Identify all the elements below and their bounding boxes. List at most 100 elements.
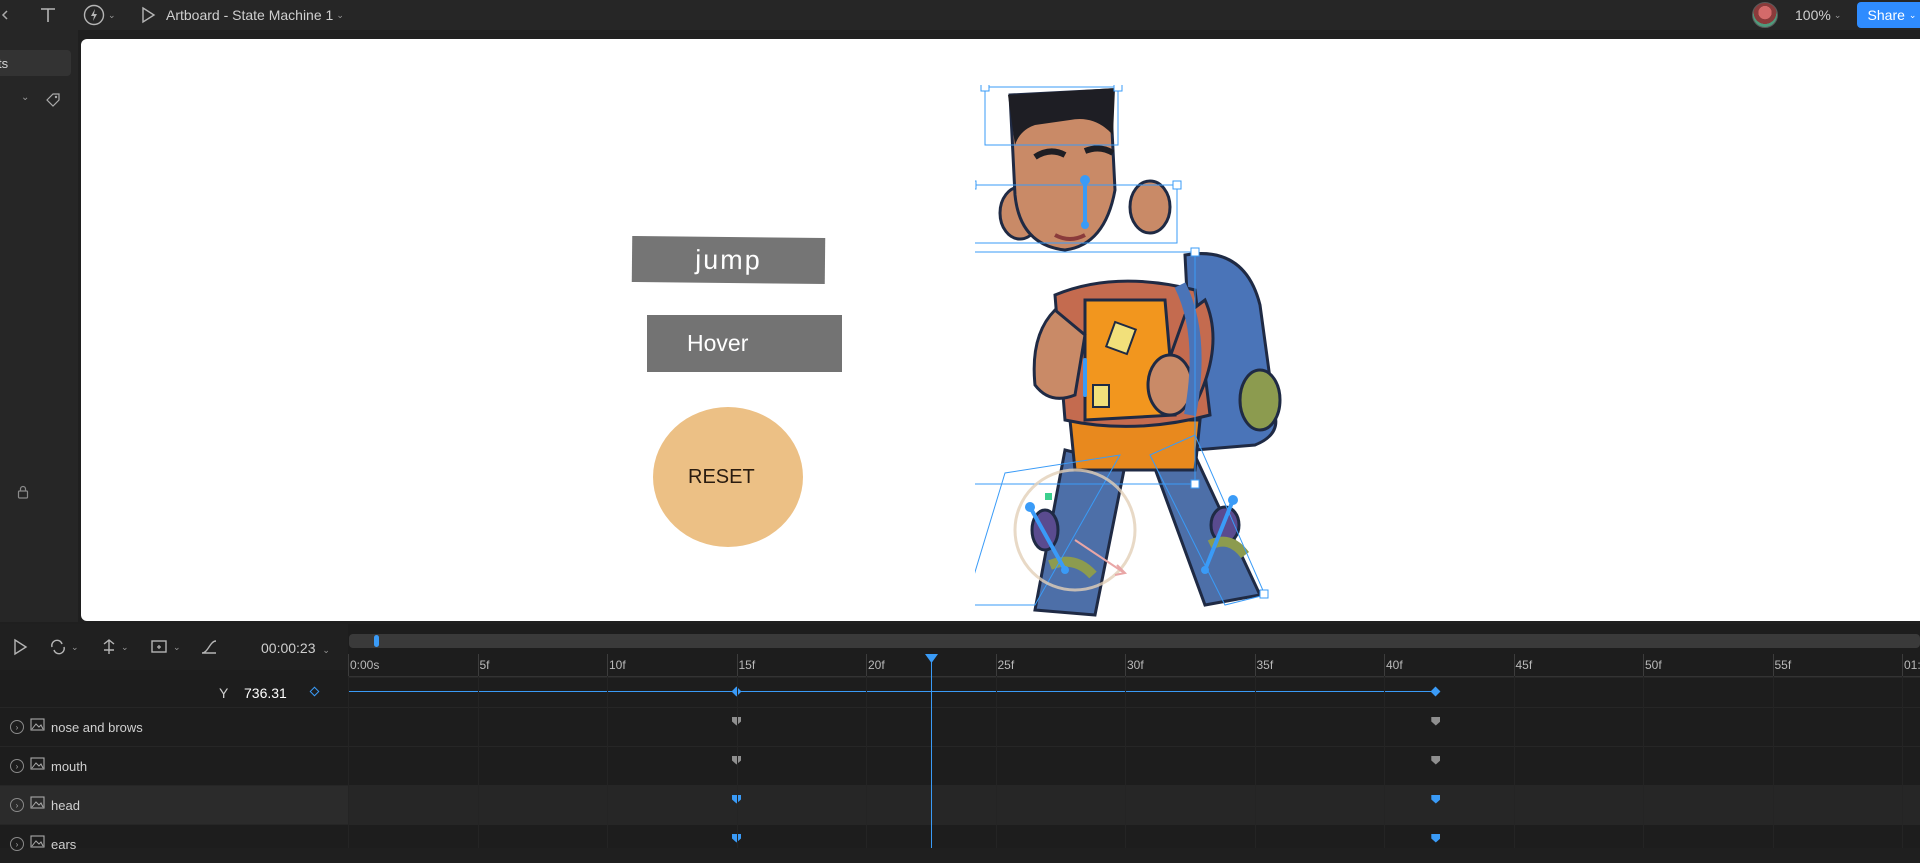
ruler-tick [607, 654, 608, 676]
easing-curve-icon[interactable] [200, 638, 218, 656]
timeline-scrollbar[interactable] [349, 634, 1920, 648]
expand-icon[interactable]: › [10, 759, 24, 773]
artboard-selector[interactable]: Artboard - State Machine 1 ⌄ [166, 0, 344, 30]
ruler-label: 25f [997, 658, 1015, 672]
ruler-label: 55f [1774, 658, 1792, 672]
ruler-label: 20f [868, 658, 885, 672]
ruler-label: 0:00s [350, 658, 380, 672]
bolt-icon [83, 4, 105, 26]
chevron-down-icon[interactable]: ⌄ [21, 92, 29, 103]
ruler-tick [1125, 654, 1126, 676]
playhead-handle-icon[interactable] [924, 654, 938, 664]
track-mouth[interactable] [348, 746, 1920, 785]
grid-line [1772, 676, 1774, 848]
layer-name: head [51, 797, 80, 813]
chevron-down-icon: ⌄ [108, 9, 116, 20]
reset-label: RESET [688, 465, 755, 488]
grid-line [607, 676, 608, 848]
ruler-label: 35f [1256, 658, 1274, 672]
interpolation-line [348, 691, 1436, 692]
y-property-row: Y 736.31 [0, 677, 348, 707]
image-icon [30, 796, 45, 814]
timecode-value: 00:00:23 [261, 640, 316, 656]
ruler-label: 40f [1386, 658, 1403, 672]
zoom-level: 100% [1795, 7, 1831, 23]
share-button[interactable]: Share ⌄ [1857, 2, 1920, 28]
panel-tab[interactable]: ts [0, 50, 71, 76]
snap-icon[interactable]: ⌄ [100, 638, 129, 656]
chevron-down-icon: ⌄ [173, 641, 181, 652]
property-label: Y [219, 685, 229, 701]
grid-line [1384, 676, 1385, 848]
ruler-label: 01:0 [1904, 658, 1920, 672]
ruler-tick [348, 654, 349, 676]
scrollbar-handle[interactable] [374, 635, 379, 647]
hover-button[interactable]: Hover [647, 315, 842, 372]
layer-name: nose and brows [51, 719, 143, 735]
expand-icon[interactable]: › [10, 837, 24, 851]
ruler-label: 45f [1515, 658, 1533, 672]
time-ruler[interactable]: 0:00s 5f 10f 15f 20f 25f 30f 35f 40f 45f 50f 55f 01:… [348, 654, 1920, 677]
chevron-down-icon: ⌄ [71, 641, 79, 652]
grid-line [1125, 676, 1126, 848]
keyframe-view-icon[interactable]: ⌄ [150, 638, 181, 656]
ruler-label: 10f [609, 658, 626, 672]
property-value[interactable]: 736.31 [244, 685, 287, 701]
ruler-tick [1772, 654, 1774, 676]
zoom-selector[interactable]: 100% ⌄ [1795, 0, 1841, 30]
keyframe-tracks[interactable] [348, 677, 1920, 848]
image-icon [30, 718, 45, 736]
user-avatar[interactable] [1752, 2, 1778, 28]
image-icon [30, 835, 45, 853]
ruler-tick [1254, 654, 1256, 676]
keyframe-toggle-icon[interactable] [309, 686, 320, 697]
grid-line [736, 676, 738, 848]
timecode-selector[interactable]: 00:00:23 ⌄ [261, 640, 330, 656]
expand-icon[interactable]: › [10, 720, 24, 734]
layer-name: ears [51, 836, 77, 852]
track-ears[interactable] [348, 824, 1920, 863]
text-tool-icon[interactable] [38, 0, 58, 30]
grid-line [866, 676, 867, 848]
ruler-tick [866, 654, 867, 676]
ruler-tick [477, 654, 479, 676]
play-icon[interactable] [12, 638, 28, 656]
tag-icon[interactable] [46, 93, 60, 112]
character-illustration[interactable] [975, 85, 1335, 625]
reset-button[interactable]: RESET [653, 407, 803, 547]
ruler-tick [1643, 654, 1644, 676]
grid-line [1513, 676, 1515, 848]
jump-label: jump [695, 244, 762, 275]
layer-row-head[interactable]: › head [0, 785, 348, 824]
bolt-menu-button[interactable]: ⌄ [83, 0, 116, 30]
lock-icon[interactable] [17, 485, 29, 504]
chevron-down-icon: ⌄ [1908, 9, 1917, 20]
image-icon [30, 757, 45, 775]
top-toolbar: ⌄ Artboard - State Machine 1 ⌄ 100% ⌄ Sh… [0, 0, 1920, 30]
play-mode-button[interactable] [140, 0, 156, 30]
left-panel: ts ⌄ [0, 30, 78, 622]
chevron-down-icon: ⌄ [336, 9, 344, 20]
layer-name: mouth [51, 758, 88, 774]
chevron-down-icon: ⌄ [1833, 9, 1842, 20]
jump-button[interactable]: jump [631, 235, 826, 285]
expand-icon[interactable]: › [10, 798, 24, 812]
loop-icon[interactable]: ⌄ [48, 638, 79, 656]
track-nose-and-brows[interactable] [348, 707, 1920, 746]
share-label: Share [1867, 7, 1905, 23]
layer-row-mouth[interactable]: › mouth [0, 746, 348, 785]
track-head[interactable] [348, 785, 1920, 824]
play-icon [140, 6, 156, 24]
layer-row-nose-and-brows[interactable]: › nose and brows [0, 707, 348, 746]
grid-line [477, 676, 479, 848]
playhead[interactable] [930, 654, 932, 848]
ruler-label: 50f [1645, 658, 1662, 672]
grid-line [1643, 676, 1644, 848]
timeline-panel: ⌄ ⌄ ⌄ 00:00:23 ⌄ 0:00s 5f 10f 15f 20f 25f 30f 3… [0, 624, 1920, 852]
chevron-left-icon[interactable] [0, 0, 10, 30]
ruler-label: 5f [479, 658, 490, 672]
timeline-toolbar: ⌄ ⌄ ⌄ 00:00:23 ⌄ [0, 624, 348, 670]
ruler-tick [1513, 654, 1515, 676]
layer-row-ears[interactable]: › ears [0, 824, 348, 863]
ruler-tick [1902, 654, 1903, 676]
